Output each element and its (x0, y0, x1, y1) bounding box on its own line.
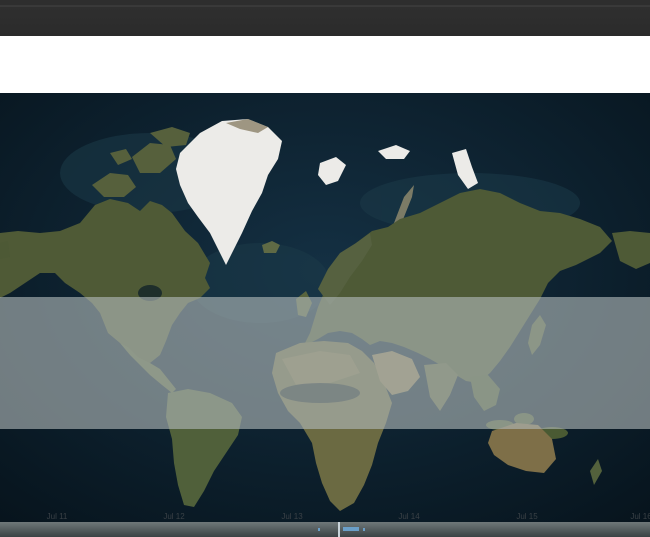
header-panel (0, 36, 650, 93)
timeline-tick: Jul 12 (163, 512, 185, 521)
timeline-scrubber[interactable] (0, 522, 650, 537)
timeline-event-marker[interactable] (343, 527, 359, 531)
timeline-axis[interactable]: Jul 11 Jul 12 Jul 13 Jul 14 Jul 15 Jul 1… (0, 508, 650, 522)
timeline-cursor[interactable] (338, 522, 340, 537)
timeline-tick: Jul 14 (398, 512, 420, 521)
app-toolbar (0, 0, 650, 36)
timeline-event-marker[interactable] (318, 528, 320, 531)
timeline-tick: Jul 13 (281, 512, 303, 521)
timeline-event-marker[interactable] (363, 528, 365, 531)
timeline-tick: Jul 15 (516, 512, 538, 521)
timeline-overlay (0, 297, 650, 429)
timeline-tick: Jul 16 (630, 512, 650, 521)
timeline-tick: Jul 11 (46, 512, 68, 521)
